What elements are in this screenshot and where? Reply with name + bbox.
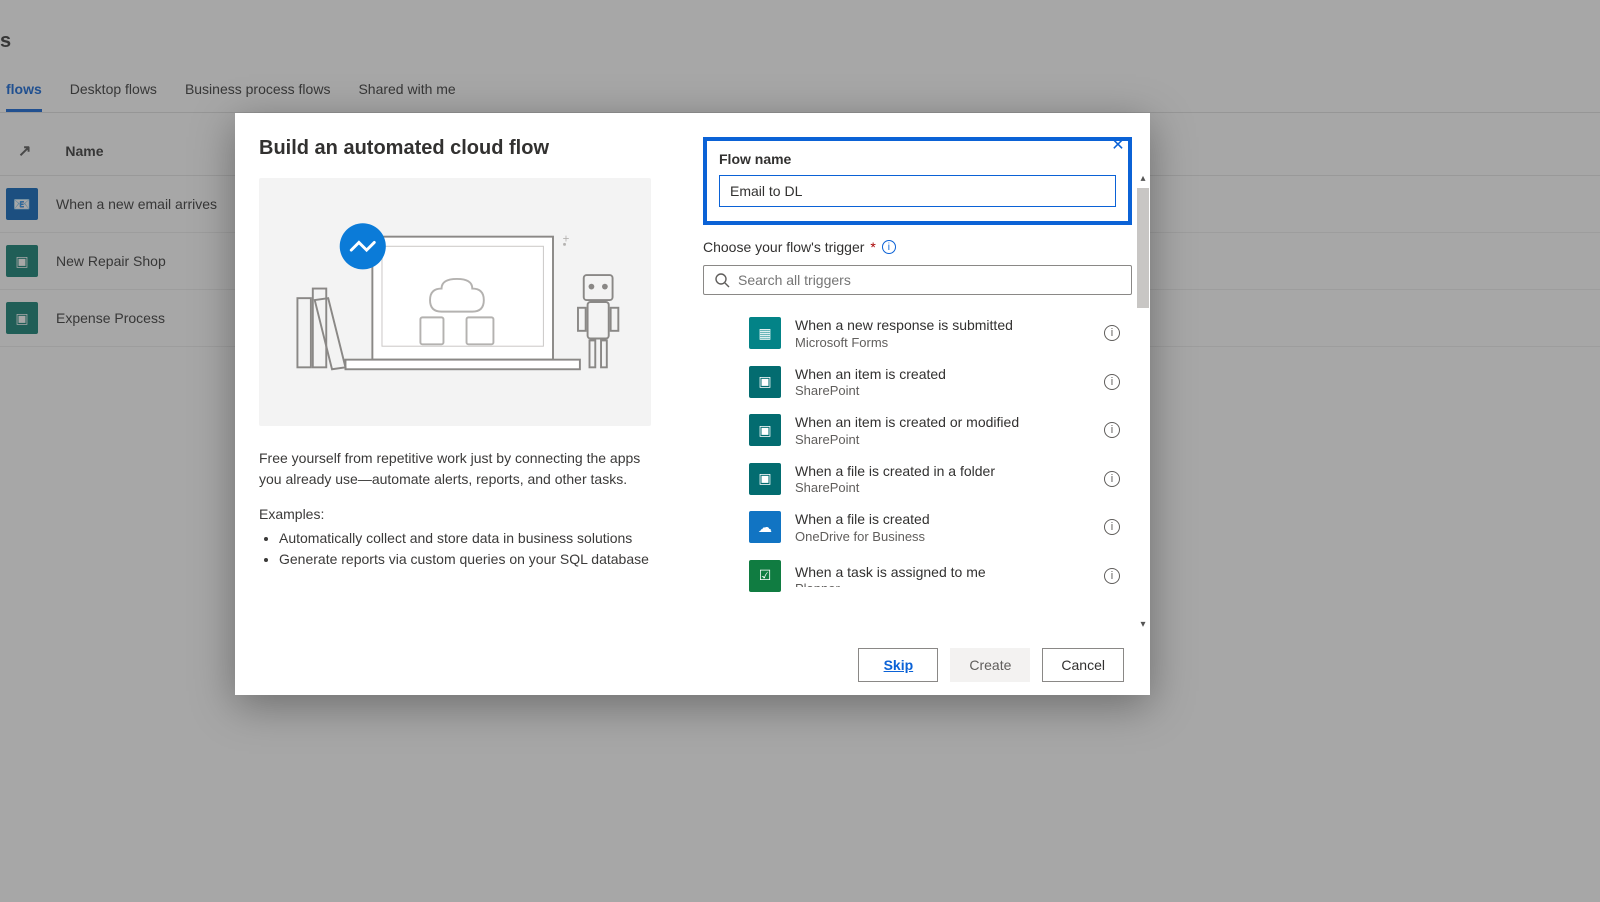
trigger-title: When a new response is submitted — [795, 317, 1090, 335]
flow-name-label: Flow name — [719, 151, 1116, 167]
trigger-source: Planner — [795, 581, 1090, 587]
sharepoint-icon: ▣ — [749, 366, 781, 398]
info-icon[interactable]: i — [1104, 422, 1120, 438]
trigger-item[interactable]: ▣ When an item is created or modified Sh… — [703, 406, 1132, 455]
trigger-search-input[interactable] — [738, 272, 1121, 288]
info-icon[interactable]: i — [882, 240, 896, 254]
trigger-source: SharePoint — [795, 480, 1090, 495]
modal-title: Build an automated cloud flow — [259, 137, 651, 160]
onedrive-icon: ☁ — [749, 511, 781, 543]
trigger-title: When an item is created — [795, 366, 1090, 384]
forms-icon: ▦ — [749, 317, 781, 349]
hero-illustration: + — [259, 178, 651, 426]
examples-label: Examples: — [259, 506, 651, 522]
trigger-title: When a file is created in a folder — [795, 463, 1090, 481]
trigger-list: ▦ When a new response is submitted Micro… — [703, 309, 1132, 592]
example-item: Generate reports via custom queries on y… — [279, 549, 651, 570]
info-icon[interactable]: i — [1104, 374, 1120, 390]
trigger-item[interactable]: ▦ When a new response is submitted Micro… — [703, 309, 1132, 358]
trigger-item[interactable]: ▣ When an item is created SharePoint i — [703, 358, 1132, 407]
info-icon[interactable]: i — [1104, 471, 1120, 487]
create-button[interactable]: Create — [950, 648, 1030, 682]
trigger-search[interactable] — [703, 265, 1132, 295]
modal-footer: Skip Create Cancel — [235, 635, 1150, 695]
info-icon[interactable]: i — [1104, 325, 1120, 341]
trigger-item[interactable]: ☁ When a file is created OneDrive for Bu… — [703, 503, 1132, 552]
trigger-source: SharePoint — [795, 432, 1090, 447]
scrollbar-thumb[interactable] — [1137, 188, 1149, 308]
sharepoint-icon: ▣ — [749, 414, 781, 446]
scroll-down-icon[interactable]: ▾ — [1136, 619, 1150, 633]
choose-trigger-label: Choose your flow's trigger * i — [703, 239, 1132, 255]
skip-button[interactable]: Skip — [858, 648, 938, 682]
trigger-source: OneDrive for Business — [795, 529, 1090, 544]
create-flow-modal: ✕ Build an automated cloud flow — [235, 113, 1150, 695]
trigger-source: Microsoft Forms — [795, 335, 1090, 350]
svg-text:+: + — [563, 233, 570, 245]
trigger-item[interactable]: ☑ When a task is assigned to me Planner … — [703, 552, 1132, 592]
sharepoint-icon: ▣ — [749, 463, 781, 495]
modal-description: Free yourself from repetitive work just … — [259, 448, 651, 490]
scroll-up-icon[interactable]: ▴ — [1136, 173, 1150, 187]
close-icon[interactable]: ✕ — [1104, 131, 1132, 159]
info-icon[interactable]: i — [1104, 519, 1120, 535]
trigger-title: When a file is created — [795, 511, 1090, 529]
trigger-title: When an item is created or modified — [795, 414, 1090, 432]
search-icon — [714, 272, 730, 288]
trigger-title: When a task is assigned to me — [795, 564, 1090, 582]
cancel-button[interactable]: Cancel — [1042, 648, 1124, 682]
flow-name-input[interactable] — [719, 175, 1116, 207]
trigger-item[interactable]: ▣ When a file is created in a folder Sha… — [703, 455, 1132, 504]
planner-icon: ☑ — [749, 560, 781, 592]
info-icon[interactable]: i — [1104, 568, 1120, 584]
trigger-source: SharePoint — [795, 383, 1090, 398]
flow-name-highlight: Flow name — [703, 137, 1132, 225]
example-item: Automatically collect and store data in … — [279, 528, 651, 549]
